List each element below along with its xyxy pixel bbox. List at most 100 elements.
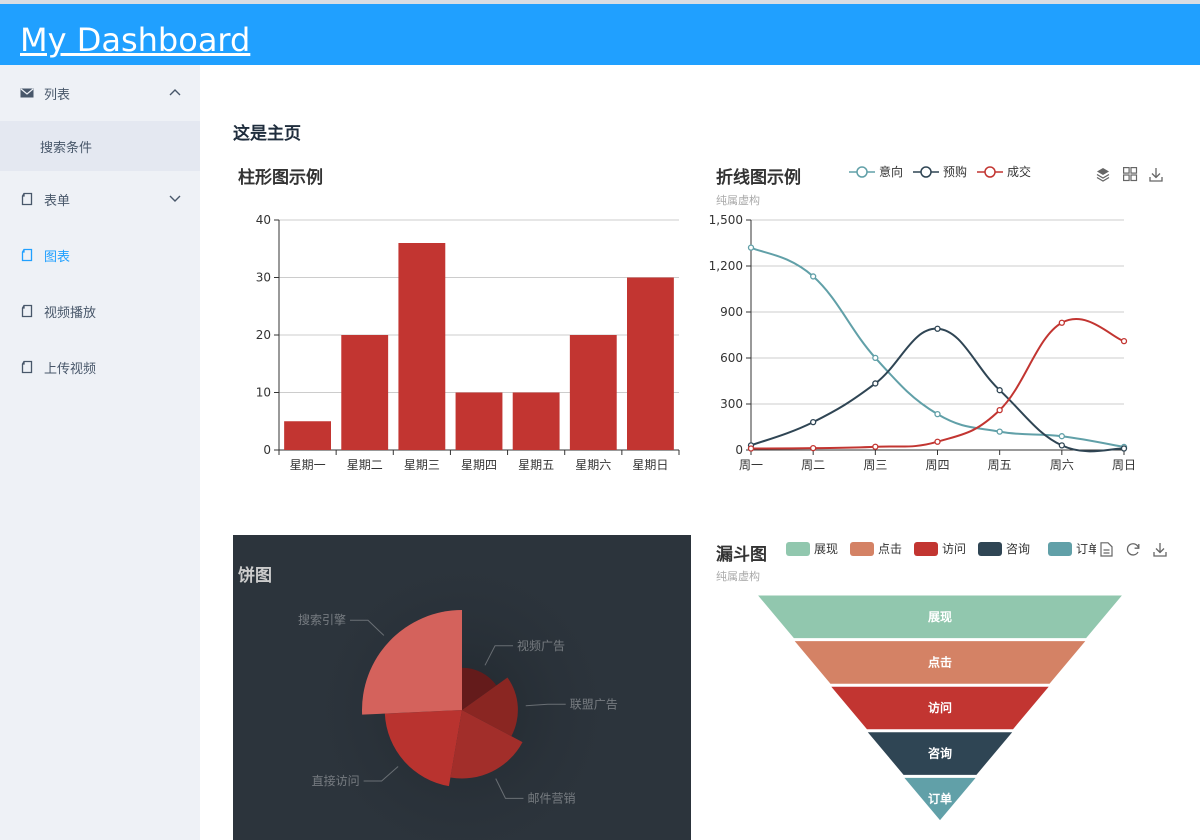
app-header: My Dashboard (0, 4, 1200, 65)
x-tick-label: 星期三 (404, 458, 440, 472)
slice-label: 搜索引擎 (298, 612, 346, 627)
sidebar-subitem-label: 搜索条件 (40, 140, 93, 156)
sidebar-item-charts[interactable]: 图表 (0, 227, 200, 283)
legend-item: 咨询 (978, 541, 1030, 556)
data-point (996, 406, 1003, 414)
y-tick-label: 1,200 (709, 259, 743, 273)
slice-label: 邮件营销 (527, 791, 575, 805)
data-point (996, 387, 1003, 394)
legend-swatch (1048, 542, 1072, 556)
line-chart-toolbox (1096, 167, 1163, 182)
bar (569, 335, 617, 450)
data-point (872, 443, 879, 450)
document-icon (20, 360, 34, 374)
line-chart-legend[interactable]: 意向 预购 成交 (845, 160, 1055, 184)
legend-swatch (786, 542, 810, 556)
legend-label: 访问 (942, 542, 966, 556)
legend-label: 点击 (878, 542, 902, 556)
x-tick-label: 周四 (925, 458, 949, 472)
data-point (810, 273, 817, 280)
funnel-label: 点击 (928, 654, 952, 669)
grid-icon[interactable] (1123, 167, 1138, 182)
pie-chart: 视频广告联盟广告邮件营销 直接访问 搜索引擎 (292, 540, 632, 840)
x-tick-label: 周二 (801, 458, 825, 472)
document-icon[interactable] (1100, 542, 1113, 557)
refresh-icon[interactable] (1126, 543, 1140, 556)
bar-chart: 0 10 20 30 40 星期一 星期二 星期三 星期四 星期五 星期六 星期日 (256, 213, 680, 472)
legend-item: 点击 (850, 542, 902, 556)
document-icon (20, 304, 34, 318)
pie-chart-panel: 饼图 视频广告 联盟广告 邮件营销 直接访问 搜索引擎 (233, 535, 691, 840)
funnel-label: 访问 (928, 700, 952, 715)
data-point (1058, 319, 1065, 326)
sidebar-item-label: 上传视频 (44, 361, 97, 377)
data-point (810, 445, 817, 452)
sidebar-item-label: 列表 (44, 87, 71, 103)
funnel-chart: 展现点击访问咨询订单 (755, 594, 1125, 822)
line-chart: 0 300 600 900 1,200 1,500 周一 周二 周三 周四 周五 周六 周日 (709, 213, 1136, 472)
data-point (996, 428, 1003, 435)
legend-label: 展现 (814, 542, 838, 556)
data-point (747, 244, 755, 251)
legend-marker (856, 166, 868, 178)
data-point (1058, 442, 1065, 449)
legend-item: 预购 (913, 164, 967, 179)
document-icon (20, 192, 34, 206)
layers-icon[interactable] (1096, 168, 1110, 182)
series-line (750, 327, 1125, 453)
data-point (934, 410, 941, 418)
sidebar-item-list[interactable]: 列表 (0, 65, 200, 121)
y-tick-label: 30 (256, 271, 271, 285)
data-point (1058, 433, 1065, 440)
data-point (934, 325, 941, 332)
sidebar-item-form[interactable]: 表单 (0, 171, 200, 227)
funnel-label: 展现 (928, 610, 952, 624)
chevron-up-icon (168, 85, 182, 99)
line-chart-subtitle: 纯属虚构 (716, 194, 760, 207)
data-point (872, 380, 879, 387)
legend-item: 成交 (977, 164, 1031, 179)
bar (627, 277, 674, 450)
data-point (872, 354, 879, 361)
x-tick-label: 星期四 (461, 458, 497, 472)
bar-chart-title: 柱形图示例 (238, 168, 323, 188)
funnel-chart-legend[interactable]: 展现 点击 访问 咨询 订单 (784, 537, 1096, 561)
document-icon (20, 248, 34, 262)
y-tick-label: 900 (720, 305, 743, 319)
envelope-icon (20, 86, 34, 100)
app-title-link[interactable]: My Dashboard (20, 18, 250, 62)
x-tick-label: 星期一 (290, 458, 326, 472)
slice-label: 直接访问 (312, 773, 360, 788)
slice-label: 联盟广告 (570, 697, 618, 711)
sidebar-item-video-upload[interactable]: 上传视频 (0, 339, 200, 395)
bar (455, 392, 503, 450)
page-title: 这是主页 (233, 124, 301, 144)
y-tick-label: 0 (735, 443, 743, 457)
download-icon[interactable] (1153, 543, 1167, 557)
main-content: 这是主页 柱形图示例 0 10 20 30 40 星期一 星期二 星期三 星期四 星期五 星期六 星期… (200, 65, 1200, 840)
x-tick-label: 周六 (1050, 458, 1074, 472)
legend-item: 订单 (1048, 542, 1096, 556)
chevron-down-icon (168, 191, 182, 205)
legend-item: 意向 (849, 164, 903, 179)
legend-label: 预购 (943, 164, 967, 179)
x-tick-label: 周日 (1112, 458, 1136, 472)
slice-label: 视频广告 (517, 638, 565, 653)
y-tick-label: 300 (720, 397, 743, 411)
legend-item: 展现 (786, 542, 838, 556)
data-point (934, 438, 941, 445)
bar (512, 392, 560, 450)
sidebar-subitem-search[interactable]: 搜索条件 (0, 121, 200, 171)
bar (398, 243, 446, 450)
data-point (1120, 337, 1128, 345)
y-tick-label: 0 (263, 443, 271, 457)
x-tick-label: 周三 (863, 458, 887, 472)
legend-swatch (914, 542, 938, 556)
funnel-chart-title: 漏斗图 (716, 545, 767, 565)
legend-label: 订单 (1076, 542, 1096, 556)
data-point (810, 418, 817, 426)
download-icon[interactable] (1149, 168, 1163, 182)
sidebar-item-video-play[interactable]: 视频播放 (0, 283, 200, 339)
x-tick-label: 周五 (988, 458, 1012, 472)
legend-swatch (850, 542, 874, 556)
